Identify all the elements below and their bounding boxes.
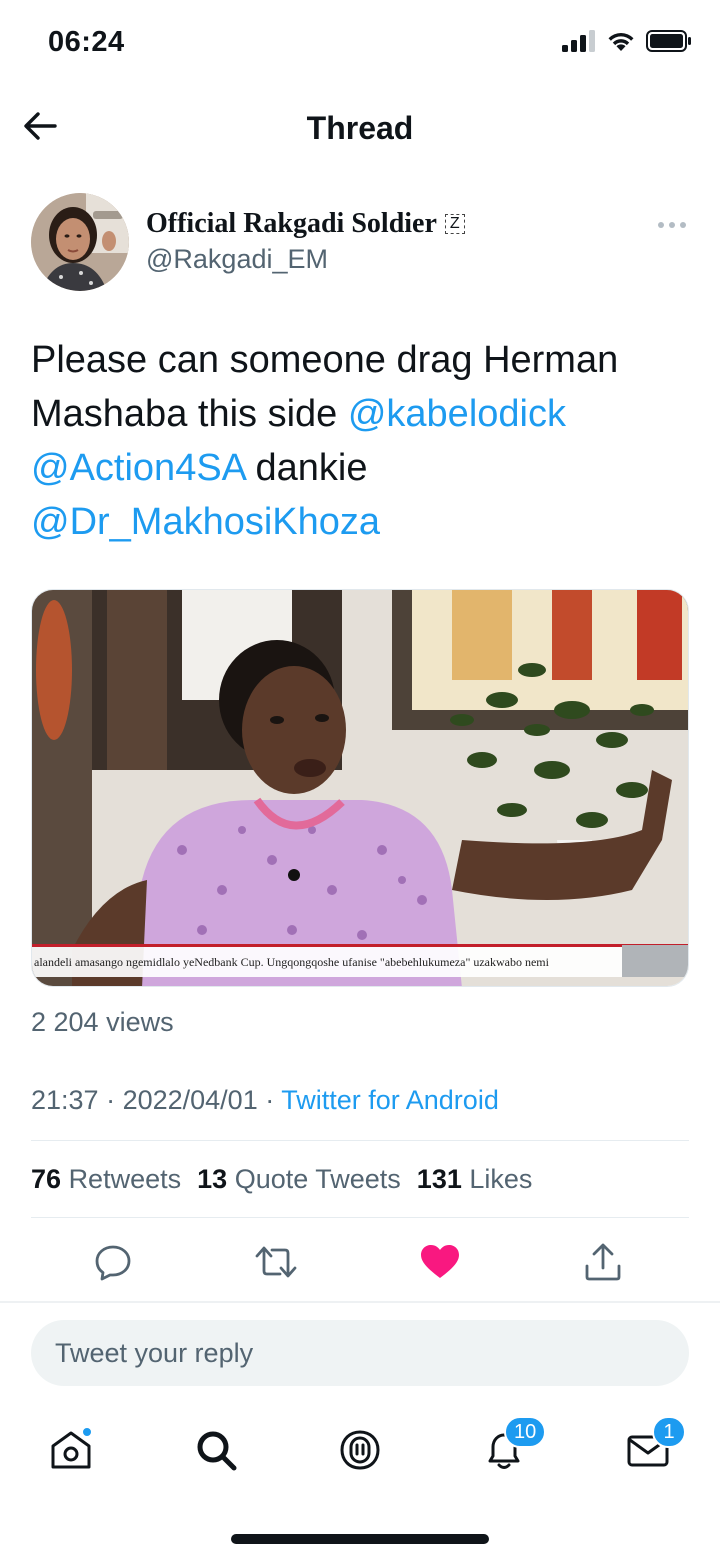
page-title: Thread <box>306 110 414 146</box>
nav-notifications[interactable]: 10 <box>476 1416 547 1478</box>
quotes-count: 13 <box>197 1164 228 1194</box>
home-unread-dot <box>81 1426 93 1438</box>
battery-icon <box>646 30 691 52</box>
more-options-button[interactable] <box>650 210 694 240</box>
nav-home[interactable] <box>43 1422 99 1478</box>
avatar-photo <box>31 193 129 291</box>
retweet-button[interactable] <box>254 1240 298 1284</box>
mention-link[interactable]: @Action4SA <box>31 447 245 489</box>
meta-separator: · <box>257 1085 282 1115</box>
like-button[interactable] <box>418 1240 462 1284</box>
cellular-signal-icon <box>562 30 595 52</box>
mention-link[interactable]: @Dr_MakhosiKhoza <box>31 501 380 543</box>
divider <box>31 1217 689 1218</box>
tweet-actions <box>0 1232 720 1288</box>
retweets-stat[interactable]: 76 Retweets <box>31 1164 181 1195</box>
likes-count: 131 <box>416 1164 462 1194</box>
display-name-text: Official Rakgadi Soldier <box>146 208 437 239</box>
tweet-text: Please can someone drag Herman Mashaba t… <box>31 333 691 549</box>
messages-badge: 1 <box>652 1416 686 1448</box>
search-icon <box>197 1431 237 1471</box>
likes-stat[interactable]: 131 Likes <box>417 1164 533 1195</box>
status-bar: 06:24 <box>0 0 720 90</box>
mention-link[interactable]: @kabelodick <box>348 393 566 435</box>
tweet-media-video[interactable]: alandeli amasango ngemidlalo yeNedbank C… <box>31 589 689 987</box>
video-ticker-text: alandeli amasango ngemidlalo yeNedbank C… <box>34 955 550 969</box>
heart-filled-icon <box>421 1245 459 1278</box>
thread-header: Thread <box>0 90 720 166</box>
status-time: 06:24 <box>48 26 125 58</box>
tweet-date: 2022/04/01 <box>122 1085 258 1115</box>
home-indicator[interactable] <box>231 1534 489 1544</box>
meta-separator: · <box>98 1085 123 1115</box>
spaces-microphone-icon <box>340 1430 380 1470</box>
status-icons <box>562 30 692 52</box>
more-dot-icon <box>658 222 664 228</box>
nav-search[interactable] <box>188 1422 244 1478</box>
reply-icon <box>95 1245 131 1281</box>
share-button[interactable] <box>581 1240 625 1284</box>
bottom-navigation: 10 1 <box>0 1410 720 1490</box>
likes-label: Likes <box>469 1164 533 1194</box>
video-thumbnail: alandeli amasango ngemidlalo yeNedbank C… <box>32 590 688 986</box>
user-handle[interactable]: @Rakgadi_EM <box>146 244 328 275</box>
retweet-icon <box>255 1246 297 1278</box>
display-name[interactable]: Official Rakgadi Soldier Z <box>146 208 465 240</box>
reply-button[interactable] <box>91 1240 135 1284</box>
tweet-source-link[interactable]: Twitter for Android <box>281 1085 499 1115</box>
name-badge: Z <box>444 214 465 234</box>
quotes-label: Quote Tweets <box>234 1164 401 1194</box>
avatar[interactable] <box>31 193 129 291</box>
wifi-icon <box>608 32 634 51</box>
nav-spaces[interactable] <box>332 1422 388 1478</box>
retweets-label: Retweets <box>68 1164 182 1194</box>
notifications-badge: 10 <box>504 1416 547 1448</box>
more-dot-icon <box>680 222 686 228</box>
tweet-meta: 21:37 · 2022/04/01 · Twitter for Android <box>31 1085 499 1116</box>
reply-input[interactable] <box>31 1320 689 1386</box>
views-count[interactable]: 2 204 views <box>31 1007 174 1038</box>
share-icon <box>585 1243 621 1281</box>
nav-messages[interactable]: 1 <box>620 1416 686 1478</box>
reply-separator <box>0 1301 720 1303</box>
divider <box>31 1140 689 1141</box>
quotes-stat[interactable]: 13 Quote Tweets <box>197 1164 401 1195</box>
retweets-count: 76 <box>31 1164 62 1194</box>
more-dot-icon <box>669 222 675 228</box>
tweet-time: 21:37 <box>31 1085 99 1115</box>
tweet-text-part: dankie <box>244 447 368 489</box>
tweet-stats: 76 Retweets 13 Quote Tweets 131 Likes <box>31 1164 532 1195</box>
